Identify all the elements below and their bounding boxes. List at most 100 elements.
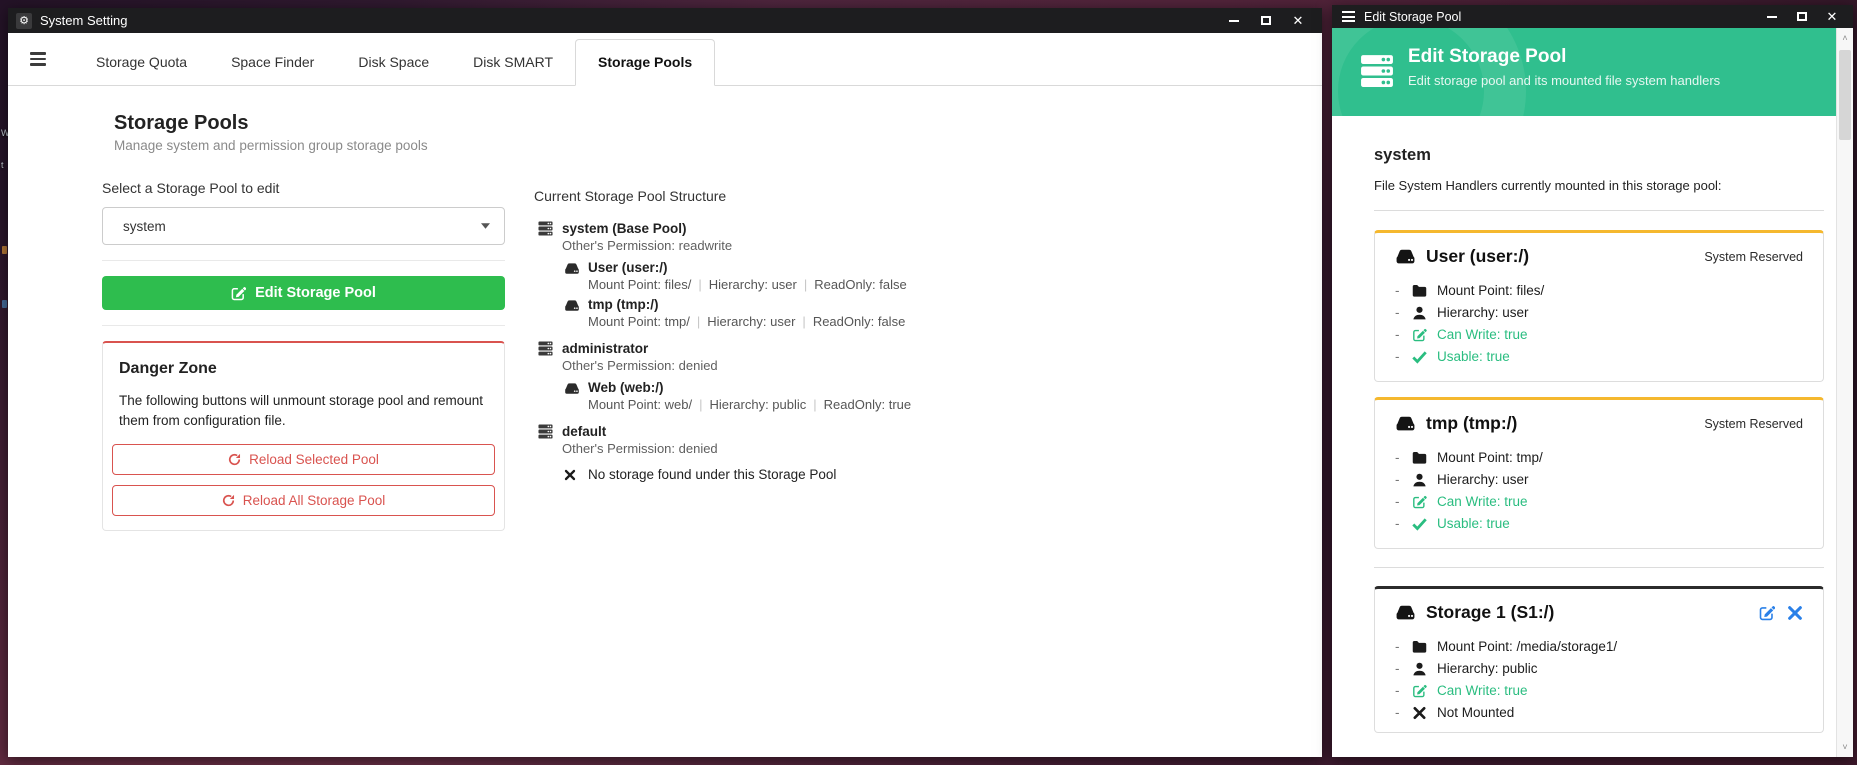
hdd-icon bbox=[564, 299, 580, 312]
handler-property-text: Usable: true bbox=[1437, 516, 1510, 531]
handler-meta: ReadOnly: false bbox=[814, 277, 907, 292]
desktop: Wt ⚙ System Setting ✕ Storage QuotaSpace… bbox=[0, 0, 1857, 765]
check-icon bbox=[1412, 350, 1427, 364]
storage-pools-page: Storage Pools Manage system and permissi… bbox=[8, 86, 1322, 757]
handler-meta: Mount Point: web/ bbox=[588, 397, 692, 412]
no-storage-row: No storage found under this Storage Pool bbox=[564, 467, 1154, 482]
hdd-icon bbox=[1395, 604, 1416, 621]
pool-select[interactable]: system bbox=[102, 207, 505, 245]
pool-permission: Other's Permission: denied bbox=[562, 357, 1154, 374]
handler-property-row: - Hierarchy: public bbox=[1395, 661, 1803, 676]
refresh-icon bbox=[222, 494, 235, 507]
minimize-button[interactable] bbox=[1218, 8, 1250, 33]
tab-space-finder[interactable]: Space Finder bbox=[209, 40, 336, 85]
edit-icon bbox=[1412, 684, 1427, 698]
edit-handler-icon[interactable] bbox=[1759, 605, 1775, 621]
menu-icon bbox=[1342, 9, 1355, 25]
scrollbar[interactable]: ˄ ˅ bbox=[1836, 28, 1853, 757]
edit-storage-pool-button[interactable]: Edit Storage Pool bbox=[102, 276, 505, 310]
desktop-icon-label-fragment: t bbox=[1, 160, 4, 170]
tab-storage-pools[interactable]: Storage Pools bbox=[575, 39, 715, 86]
system-setting-titlebar[interactable]: ⚙ System Setting ✕ bbox=[8, 8, 1322, 33]
folder-icon bbox=[1412, 284, 1427, 298]
maximize-button[interactable] bbox=[1250, 8, 1282, 33]
select-pool-label: Select a Storage Pool to edit bbox=[102, 180, 505, 196]
hdd-icon bbox=[564, 382, 580, 395]
handler-property-row: - Can Write: true bbox=[1395, 683, 1803, 698]
handler-card-title: Storage 1 (S1:/) bbox=[1426, 602, 1759, 623]
server-icon bbox=[1360, 54, 1394, 88]
handler-meta: Hierarchy: public bbox=[709, 397, 806, 412]
edit-icon bbox=[1412, 495, 1427, 509]
gear-icon: ⚙ bbox=[16, 13, 32, 29]
minimize-button[interactable] bbox=[1757, 5, 1787, 28]
handler-meta: ReadOnly: true bbox=[824, 397, 911, 412]
window-title: System Setting bbox=[40, 13, 127, 28]
pool-node: default Other's Permission: denied No st… bbox=[534, 423, 1154, 482]
handler-card: User (user:/) System Reserved - Mount Po… bbox=[1374, 230, 1824, 382]
page-title: Storage Pools bbox=[114, 112, 505, 135]
tab-disk-space[interactable]: Disk Space bbox=[336, 40, 451, 85]
close-button[interactable]: ✕ bbox=[1282, 8, 1314, 33]
handler-node: Web (web:/) Mount Point: web/|Hierarchy:… bbox=[564, 380, 1154, 413]
pool-node: administrator Other's Permission: denied… bbox=[534, 340, 1154, 413]
handler-property-text: Mount Point: /media/storage1/ bbox=[1437, 639, 1617, 654]
handler-name: tmp (tmp:/) bbox=[588, 297, 658, 313]
system-reserved-badge: System Reserved bbox=[1704, 417, 1803, 431]
edit-icon bbox=[1412, 328, 1427, 342]
danger-zone-description: The following buttons will unmount stora… bbox=[119, 391, 487, 430]
handler-node: User (user:/) Mount Point: files/|Hierar… bbox=[564, 260, 1154, 293]
handler-card: Storage 1 (S1:/) - Mount Point: /media/s… bbox=[1374, 586, 1824, 733]
reload-all-storage-pool-button[interactable]: Reload All Storage Pool bbox=[112, 485, 495, 516]
handler-property-text: Hierarchy: public bbox=[1437, 661, 1538, 676]
handler-name: User (user:/) bbox=[588, 260, 668, 276]
check-icon bbox=[1412, 517, 1427, 531]
pool-name: system (Base Pool) bbox=[562, 220, 687, 237]
tab-storage-quota[interactable]: Storage Quota bbox=[74, 40, 209, 85]
scroll-thumb[interactable] bbox=[1839, 50, 1851, 140]
reload-selected-pool-button[interactable]: Reload Selected Pool bbox=[112, 444, 495, 475]
menu-button[interactable] bbox=[30, 49, 46, 69]
pool-node: system (Base Pool) Other's Permission: r… bbox=[534, 220, 1154, 330]
handler-meta: Hierarchy: user bbox=[709, 277, 797, 292]
hdd-icon bbox=[1395, 248, 1416, 265]
edit-storage-pool-window: Edit Storage Pool ✕ Edit Storage Pool Ed… bbox=[1332, 5, 1853, 757]
cross-icon bbox=[1412, 706, 1427, 720]
handler-meta: Hierarchy: user bbox=[707, 314, 795, 329]
user-icon bbox=[1412, 473, 1427, 487]
edit-icon bbox=[231, 286, 246, 301]
pool-permission: Other's Permission: readwrite bbox=[562, 237, 1154, 254]
tab-disk-smart[interactable]: Disk SMART bbox=[451, 40, 575, 85]
handler-meta: Mount Point: files/ bbox=[588, 277, 691, 292]
system-reserved-badge: System Reserved bbox=[1704, 250, 1803, 264]
scroll-down-arrow[interactable]: ˅ bbox=[1837, 739, 1853, 755]
handler-node: tmp (tmp:/) Mount Point: tmp/|Hierarchy:… bbox=[564, 297, 1154, 330]
scroll-up-arrow[interactable]: ˄ bbox=[1837, 30, 1853, 46]
handler-card-title: tmp (tmp:/) bbox=[1426, 413, 1704, 434]
close-button[interactable]: ✕ bbox=[1817, 5, 1847, 28]
handler-name: Web (web:/) bbox=[588, 380, 664, 396]
handler-card-title: User (user:/) bbox=[1426, 246, 1704, 267]
window-title: Edit Storage Pool bbox=[1364, 10, 1461, 24]
handler-property-text: Hierarchy: user bbox=[1437, 472, 1529, 487]
handler-property-text: Hierarchy: user bbox=[1437, 305, 1529, 320]
tab-bar: Storage QuotaSpace FinderDisk SpaceDisk … bbox=[8, 33, 1322, 86]
handler-property-row: - Usable: true bbox=[1395, 516, 1803, 531]
handler-property-row: - Mount Point: files/ bbox=[1395, 283, 1803, 298]
hdd-icon bbox=[564, 262, 580, 275]
handler-card: tmp (tmp:/) System Reserved - Mount Poin… bbox=[1374, 397, 1824, 549]
hdd-icon bbox=[1395, 415, 1416, 432]
edit-storage-pool-titlebar[interactable]: Edit Storage Pool ✕ bbox=[1332, 5, 1853, 28]
folder-icon bbox=[1412, 640, 1427, 654]
remove-handler-icon[interactable] bbox=[1787, 605, 1803, 621]
handler-property-row: - Can Write: true bbox=[1395, 327, 1803, 342]
page-subtitle: Manage system and permission group stora… bbox=[114, 138, 505, 153]
desktop-icon-fragment bbox=[2, 246, 7, 254]
dialog-header: Edit Storage Pool Edit storage pool and … bbox=[1332, 28, 1836, 116]
maximize-button[interactable] bbox=[1787, 5, 1817, 28]
dialog-title: Edit Storage Pool bbox=[1408, 46, 1566, 68]
structure-title: Current Storage Pool Structure bbox=[534, 86, 1154, 204]
handler-property-text: Mount Point: files/ bbox=[1437, 283, 1544, 298]
handler-property-row: - Usable: true bbox=[1395, 349, 1803, 364]
user-icon bbox=[1412, 306, 1427, 320]
